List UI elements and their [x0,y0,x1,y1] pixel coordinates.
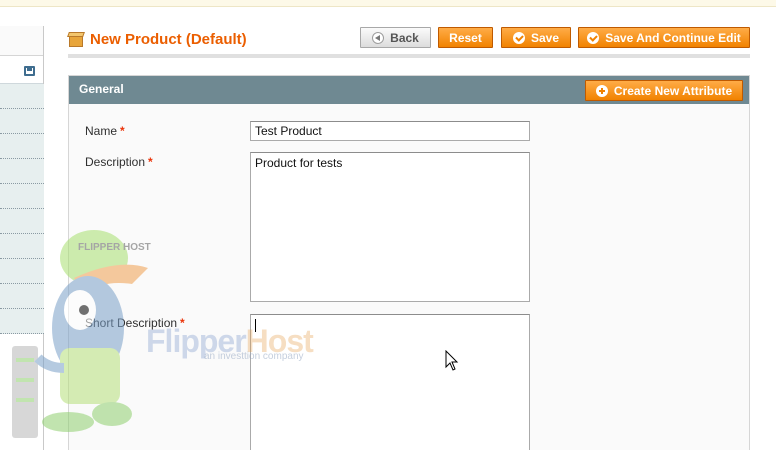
back-button[interactable]: Back [360,27,431,48]
description-textarea[interactable]: Product for tests [250,152,530,302]
sidebar-tab-item[interactable] [0,309,44,334]
check-icon [512,31,525,44]
save-button-label: Save [530,30,560,45]
plus-icon [595,84,608,97]
description-label: Description * [85,155,153,169]
sidebar-tab-item[interactable] [0,159,44,184]
short-description-textarea[interactable] [250,314,530,450]
create-new-attribute-button[interactable]: Create New Attribute [585,80,743,101]
name-label: Name * [85,124,125,138]
short-description-label: Short Description * [85,316,185,330]
text-caret [255,319,256,332]
sidebar-tab-item[interactable] [0,259,44,284]
sidebar-tab-list [0,84,44,334]
name-input-value: Test Product [255,124,322,138]
header-divider [68,54,750,58]
sidebar-save-row[interactable] [0,56,43,84]
save-and-continue-button[interactable]: Save And Continue Edit [578,27,750,48]
section-header: General Create New Attribute [69,76,749,104]
name-input[interactable]: Test Product [250,121,530,141]
save-and-continue-label: Save And Continue Edit [605,30,741,45]
description-label-text: Description [85,155,146,169]
description-textarea-value: Product for tests [255,156,343,170]
sidebar-tab-item[interactable] [0,209,44,234]
top-notification-strip [0,0,776,7]
sidebar-tab-item[interactable] [0,84,44,109]
sidebar-tab-item[interactable] [0,109,44,134]
check-icon [587,31,600,44]
create-attribute-label: Create New Attribute [613,83,733,98]
page-title: New Product (Default) [90,31,247,48]
product-tabs-sidebar [0,26,44,450]
sidebar-header [0,26,43,56]
short-description-label-text: Short Description [85,316,178,330]
required-mark: * [120,124,125,138]
name-label-text: Name [85,124,118,138]
sidebar-tab-item[interactable] [0,184,44,209]
sidebar-tab-item[interactable] [0,234,44,259]
back-button-label: Back [390,30,419,45]
page-title-block: New Product (Default) [67,31,247,48]
product-box-icon [67,32,85,47]
reset-button-label: Reset [449,30,482,45]
section-title: General [79,82,124,96]
mouse-pointer-icon [445,350,459,371]
sidebar-tab-item[interactable] [0,284,44,309]
save-button[interactable]: Save [501,27,571,48]
back-arrow-icon [372,31,385,44]
floppy-disk-icon[interactable] [24,66,35,76]
required-mark: * [180,316,185,330]
sidebar-tab-item[interactable] [0,134,44,159]
reset-button[interactable]: Reset [438,27,493,48]
required-mark: * [148,155,153,169]
